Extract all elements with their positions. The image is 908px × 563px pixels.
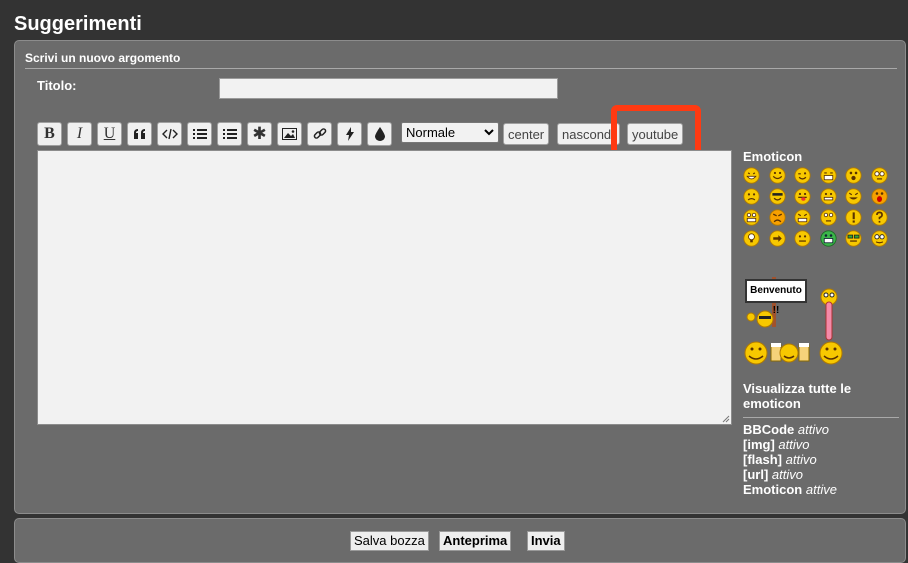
link-icon <box>313 128 326 139</box>
underline-icon: U <box>103 125 116 142</box>
form-actions: Salva bozza Anteprima Invia <box>14 518 906 563</box>
font-size-select[interactable]: Normale <box>401 122 499 143</box>
submit-button[interactable]: Invia <box>527 531 565 551</box>
droplet-icon <box>374 127 385 141</box>
status-flash: [flash] attivo <box>743 452 817 467</box>
green-smiley-icon[interactable] <box>819 230 837 247</box>
surprised-smiley-icon[interactable] <box>845 167 862 184</box>
italic-button[interactable]: I <box>67 122 92 146</box>
quote-icon <box>133 129 145 139</box>
bulleted-list-button[interactable] <box>187 122 212 146</box>
grin-smiley-icon[interactable] <box>768 167 786 184</box>
laughing-teeth-smiley-icon[interactable] <box>819 167 837 184</box>
cool-smiley-icon[interactable] <box>768 188 786 205</box>
bbcode-status-list: BBCode attivo [img] attivo [flash] attiv… <box>743 422 899 497</box>
view-all-emoticons-link[interactable]: Visualizza tutte le emoticon <box>743 381 899 411</box>
status-url: [url] attivo <box>743 467 803 482</box>
cheers-smileys-icon[interactable] <box>743 339 849 367</box>
status-img: [img] attivo <box>743 437 810 452</box>
underline-button[interactable]: U <box>97 122 122 146</box>
numbered-list-button[interactable] <box>217 122 242 146</box>
list-item-button[interactable]: ✱ <box>247 122 272 146</box>
color-button[interactable] <box>367 122 392 146</box>
message-textarea[interactable] <box>37 150 732 425</box>
title-label: Titolo: <box>37 78 77 93</box>
resize-grip-icon[interactable] <box>720 413 730 423</box>
tongue-out-smiley-icon[interactable] <box>819 287 839 343</box>
laughing-smiley-icon[interactable] <box>743 167 760 184</box>
youtube-button[interactable]: youtube <box>627 123 684 145</box>
image-button[interactable] <box>277 122 302 146</box>
glasses-smiley-icon[interactable] <box>845 230 862 247</box>
angry-smiley-icon[interactable] <box>768 209 786 226</box>
bold-icon: B <box>44 125 55 142</box>
italic-icon: I <box>76 125 83 142</box>
exclamation-smiley-icon[interactable] <box>845 209 862 226</box>
bold-button[interactable]: B <box>37 122 62 146</box>
nerd-smiley-icon[interactable] <box>870 230 888 247</box>
image-icon <box>282 128 297 140</box>
welcome-sign[interactable]: Benvenuto !! <box>745 279 807 316</box>
lightning-icon <box>345 127 354 141</box>
asterisk-icon: ✱ <box>252 124 267 143</box>
mad-smiley-icon[interactable] <box>794 209 811 226</box>
evil-grin-smiley-icon[interactable] <box>845 188 862 205</box>
emoticon-sidebar: Emoticon Benvenuto !! Visualizza tutte l… <box>743 149 899 497</box>
new-topic-panel: Scrivi un nuovo argomento Titolo: B I U … <box>14 40 906 514</box>
featured-emoticons: Benvenuto !! <box>743 257 899 365</box>
rolleyes-smiley-icon[interactable] <box>819 209 837 226</box>
flash-button[interactable] <box>337 122 362 146</box>
preview-button[interactable]: Anteprima <box>439 531 512 551</box>
save-draft-button[interactable]: Salva bozza <box>350 531 429 551</box>
link-button[interactable] <box>307 122 332 146</box>
emoticon-title: Emoticon <box>743 149 803 164</box>
tongue-smiley-icon[interactable] <box>794 188 811 205</box>
arrow-smiley-icon[interactable] <box>768 230 786 247</box>
status-bbcode: BBCode attivo <box>743 422 829 437</box>
numbered-list-icon <box>222 129 237 139</box>
chevron-down-icon <box>484 129 494 136</box>
emoticon-grid <box>743 167 899 247</box>
grimace-smiley-icon[interactable] <box>819 188 837 205</box>
page-title: Suggerimenti <box>14 13 142 35</box>
eek-smiley-icon[interactable] <box>743 209 760 226</box>
question-smiley-icon[interactable] <box>870 209 888 226</box>
font-size-value: Normale <box>406 125 456 140</box>
panel-header: Scrivi un nuovo argomento <box>25 51 897 69</box>
shocked-smiley-icon[interactable] <box>870 188 888 205</box>
sidebar-divider <box>743 417 899 418</box>
center-button[interactable]: center <box>503 123 550 145</box>
eyes-smiley-icon[interactable] <box>870 167 888 184</box>
confused-smiley-icon[interactable] <box>743 188 760 205</box>
title-input[interactable] <box>219 78 558 99</box>
sign-holder-smiley-icon[interactable] <box>745 309 775 329</box>
code-button[interactable] <box>157 122 182 146</box>
code-icon <box>161 128 178 140</box>
wink-smiley-icon[interactable] <box>794 167 811 184</box>
neutral-smiley-icon[interactable] <box>794 230 811 247</box>
status-emoticon: Emoticon attive <box>743 482 837 497</box>
hide-button[interactable]: nascond <box>557 123 620 145</box>
quote-button[interactable] <box>127 122 152 146</box>
bulleted-list-icon <box>192 129 207 139</box>
idea-smiley-icon[interactable] <box>743 230 760 247</box>
